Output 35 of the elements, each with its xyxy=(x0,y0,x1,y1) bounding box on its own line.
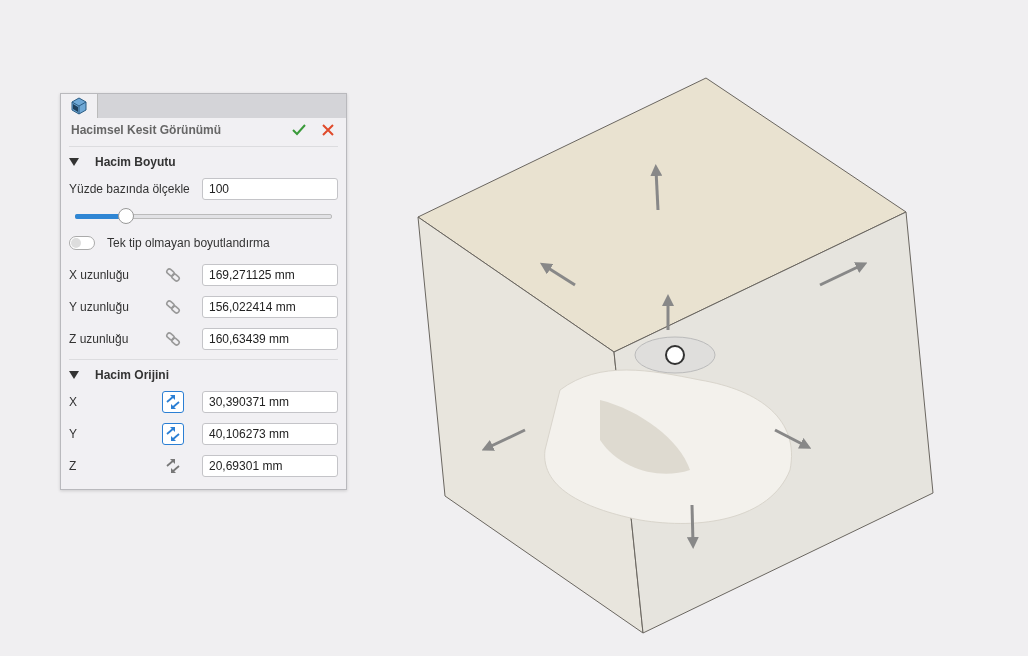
center-toggle[interactable] xyxy=(162,391,184,413)
toggle-label: Tek tip olmayan boyutlandırma xyxy=(107,236,271,250)
opposite-arrows-icon xyxy=(165,458,181,474)
field-label: Y uzunluğu xyxy=(69,300,130,314)
panel-tab[interactable] xyxy=(61,94,98,118)
input-field[interactable]: 100 xyxy=(202,178,338,200)
link-icon xyxy=(165,267,181,283)
link-icon xyxy=(165,299,181,315)
panel-title: Hacimsel Kesit Görünümü xyxy=(71,123,223,137)
field-label: X uzunluğu xyxy=(69,268,131,282)
field-label: Z uzunluğu xyxy=(69,332,130,346)
input-field[interactable]: 30,390371 mm xyxy=(202,391,338,413)
input-field[interactable]: 156,022414 mm xyxy=(202,296,338,318)
section-header[interactable]: Hacim Orijini xyxy=(69,364,170,386)
section-header[interactable]: Hacim Boyutu xyxy=(69,151,176,173)
field-label: Z xyxy=(69,459,78,473)
input-field[interactable]: 20,69301 mm xyxy=(202,455,338,477)
input-field[interactable]: 40,106273 mm xyxy=(202,423,338,445)
input-field[interactable]: 169,271125 mm xyxy=(202,264,338,286)
link-icon xyxy=(165,331,181,347)
opposite-arrows-icon xyxy=(165,394,181,410)
opposite-arrows-icon xyxy=(165,426,181,442)
center-toggle[interactable] xyxy=(162,423,184,445)
close-icon xyxy=(322,124,334,136)
field-label: Y xyxy=(69,427,78,441)
check-icon xyxy=(292,124,306,136)
slider-thumb[interactable] xyxy=(118,208,135,224)
collapse-triangle-icon xyxy=(69,371,79,379)
collapse-triangle-icon xyxy=(69,158,79,166)
scale-slider[interactable] xyxy=(75,208,332,224)
cube-icon xyxy=(69,96,89,116)
field-label: X xyxy=(69,395,78,409)
field-label: Yüzde bazında ölçekle xyxy=(69,182,191,196)
input-field[interactable]: 160,63439 mm xyxy=(202,328,338,350)
toggle-switch[interactable] xyxy=(69,236,95,250)
